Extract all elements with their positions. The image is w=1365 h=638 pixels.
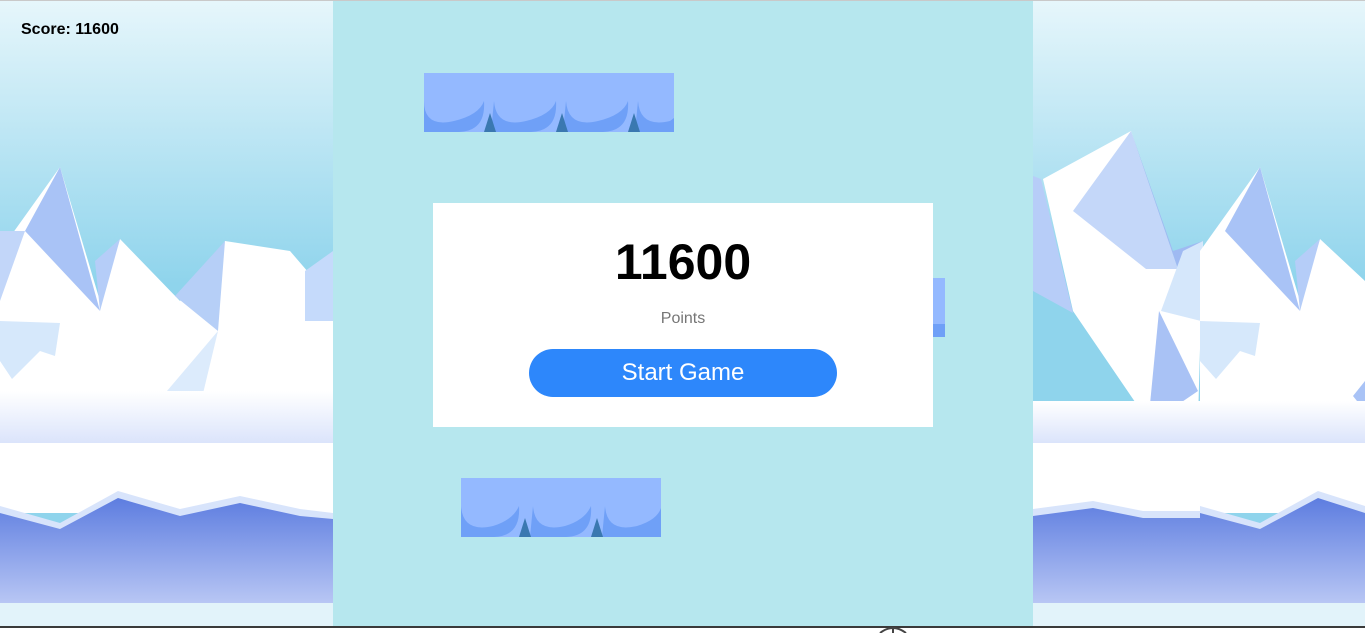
background-right [1033, 1, 1365, 628]
ice-platform [424, 73, 674, 132]
ice-platform [461, 478, 661, 537]
final-score: 11600 [614, 234, 752, 290]
snowy-mountains-image [1033, 1, 1365, 628]
score-value: 11600 [75, 21, 119, 38]
wheel-icon [878, 620, 908, 638]
snowy-mountains-image [0, 1, 333, 628]
ice-platform [931, 278, 945, 337]
start-game-button[interactable]: Start Game [529, 349, 837, 397]
game-over-dialog: 11600 Points Start Game [433, 203, 933, 427]
points-label: Points [660, 310, 706, 327]
background-left [0, 1, 333, 628]
score-prefix: Score: [21, 21, 76, 38]
score-display: Score: 11600 [21, 21, 119, 39]
